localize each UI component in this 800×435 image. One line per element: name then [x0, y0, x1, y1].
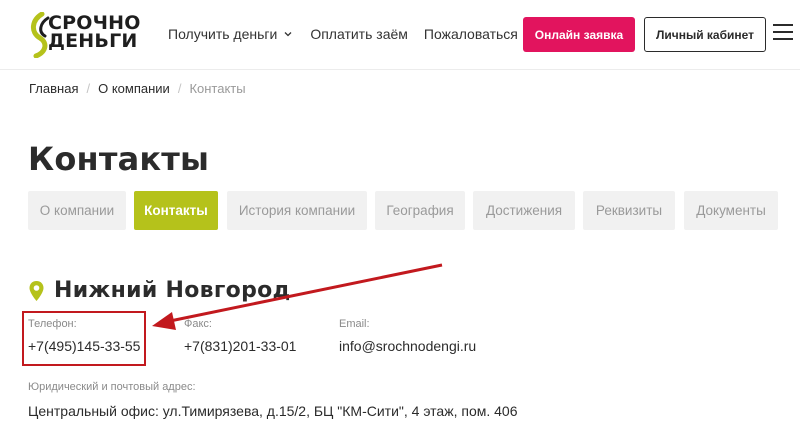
nav-complain[interactable]: Пожаловаться	[424, 26, 518, 42]
city-heading: Нижний Новгород	[28, 278, 291, 303]
nav-pay-loan[interactable]: Оплатить заём	[310, 26, 408, 42]
nav-get-money-label: Получить деньги	[168, 26, 278, 42]
breadcrumb: Главная / О компании / Контакты	[29, 81, 246, 96]
city-name: Нижний Новгород	[54, 278, 291, 303]
online-application-button[interactable]: Онлайн заявка	[523, 17, 635, 52]
logo-text: СРОЧНО ДЕНЬГИ	[48, 14, 141, 52]
map-pin-icon	[29, 280, 44, 301]
fax-value: +7(831)201-33-01	[184, 338, 297, 354]
email-label: Email:	[339, 318, 370, 330]
nav-get-money[interactable]: Получить деньги	[168, 26, 292, 42]
personal-cabinet-button[interactable]: Личный кабинет	[644, 17, 766, 52]
nav-complain-label: Пожаловаться	[423, 26, 518, 42]
tab-documents[interactable]: Документы	[684, 191, 778, 230]
breadcrumb-about[interactable]: О компании	[98, 81, 170, 96]
tab-contacts[interactable]: Контакты	[134, 191, 218, 230]
page-title: Контакты	[28, 140, 210, 178]
tab-achievements[interactable]: Достижения	[473, 191, 575, 230]
hamburger-menu-icon[interactable]	[773, 24, 793, 42]
tab-about[interactable]: О компании	[28, 191, 126, 230]
fax-label: Факс:	[184, 318, 212, 330]
nav-pay-loan-label: Оплатить заём	[310, 26, 408, 42]
address-value: Центральный офис: ул.Тимирязева, д.15/2,…	[28, 403, 518, 419]
email-value[interactable]: info@srochnodengi.ru	[339, 338, 476, 354]
main-nav: Получить деньги Оплатить заём Пожаловать…	[168, 26, 536, 42]
address-label: Юридический и почтовый адрес:	[28, 381, 196, 393]
tab-history[interactable]: История компании	[227, 191, 367, 230]
tab-geography[interactable]: География	[375, 191, 465, 230]
breadcrumb-separator: /	[177, 81, 182, 96]
tab-requisites[interactable]: Реквизиты	[583, 191, 675, 230]
breadcrumb-home[interactable]: Главная	[29, 81, 78, 96]
site-header: СРОЧНО ДЕНЬГИ Получить деньги Оплатить з…	[0, 0, 800, 70]
logo[interactable]: СРОЧНО ДЕНЬГИ	[28, 12, 148, 58]
breadcrumb-separator: /	[86, 81, 91, 96]
breadcrumb-current: Контакты	[189, 81, 246, 96]
logo-line-2: ДЕНЬГИ	[48, 30, 138, 52]
phone-highlight-box	[22, 311, 146, 366]
chevron-down-icon	[284, 32, 292, 37]
